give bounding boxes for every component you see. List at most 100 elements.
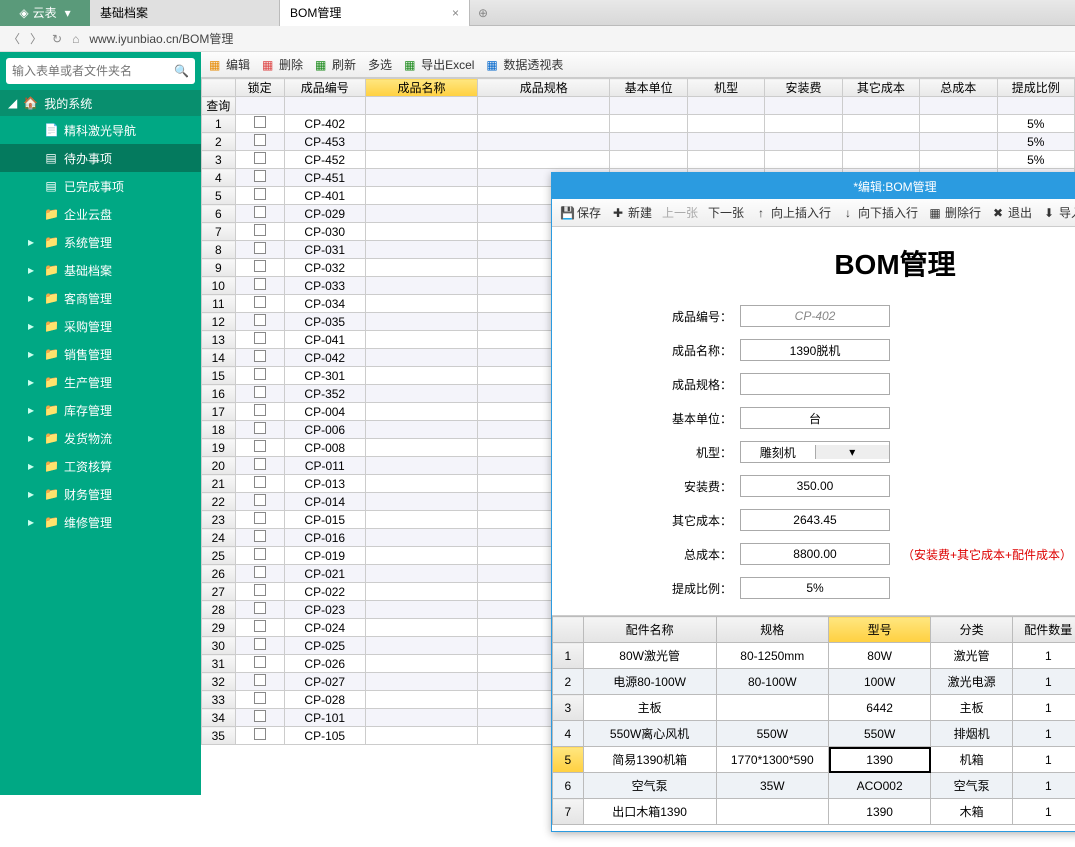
checkbox[interactable] xyxy=(254,584,266,596)
sidebar-item[interactable]: ▸📁基础档案 xyxy=(0,256,201,284)
col-header[interactable]: 成品名称 xyxy=(366,79,478,97)
row-number[interactable]: 20 xyxy=(202,457,236,475)
row-number[interactable]: 34 xyxy=(202,709,236,727)
checkbox[interactable] xyxy=(254,638,266,650)
form-input[interactable] xyxy=(740,475,890,497)
sidebar-item[interactable]: ▸📁维修管理 xyxy=(0,508,201,536)
toolbar-刷新[interactable]: ▦刷新 xyxy=(315,56,356,73)
sub-col-header[interactable]: 规格 xyxy=(716,617,828,643)
row-number[interactable]: 12 xyxy=(202,313,236,331)
checkbox[interactable] xyxy=(254,530,266,542)
row-number[interactable]: 18 xyxy=(202,421,236,439)
row-number[interactable]: 5 xyxy=(202,187,236,205)
col-header[interactable]: 提成比例 xyxy=(997,79,1075,97)
col-header[interactable]: 锁定 xyxy=(235,79,284,97)
checkbox[interactable] xyxy=(254,152,266,164)
checkbox[interactable] xyxy=(254,458,266,470)
sidebar-item[interactable]: ▸📁系统管理 xyxy=(0,228,201,256)
sidebar-item[interactable]: ▸📁客商管理 xyxy=(0,284,201,312)
row-number[interactable]: 33 xyxy=(202,691,236,709)
sidebar-item[interactable]: 📄精科激光导航 xyxy=(0,116,201,144)
row-number[interactable]: 27 xyxy=(202,583,236,601)
row-number[interactable]: 7 xyxy=(202,223,236,241)
row-number[interactable]: 24 xyxy=(202,529,236,547)
row-number[interactable]: 32 xyxy=(202,673,236,691)
col-header[interactable]: 机型 xyxy=(687,79,764,97)
checkbox[interactable] xyxy=(254,314,266,326)
row-number[interactable]: 25 xyxy=(202,547,236,565)
toolbar-数据透视表[interactable]: ▦数据透视表 xyxy=(486,56,563,73)
row-number[interactable]: 23 xyxy=(202,511,236,529)
sidebar-item[interactable]: ▸📁库存管理 xyxy=(0,396,201,424)
sidebar-item[interactable]: ▸📁发货物流 xyxy=(0,424,201,452)
checkbox[interactable] xyxy=(254,260,266,272)
row-number[interactable]: 2 xyxy=(202,133,236,151)
sidebar-item[interactable]: 📁企业云盘 xyxy=(0,200,201,228)
sub-row-num[interactable]: 1 xyxy=(553,643,584,669)
sub-col-header[interactable]: 配件数量 xyxy=(1013,617,1075,643)
checkbox[interactable] xyxy=(254,368,266,380)
row-number[interactable]: 6 xyxy=(202,205,236,223)
row-number[interactable]: 19 xyxy=(202,439,236,457)
form-input[interactable] xyxy=(740,305,890,327)
checkbox[interactable] xyxy=(254,512,266,524)
checkbox[interactable] xyxy=(254,350,266,362)
sidebar-item[interactable]: ▤已完成事项 xyxy=(0,172,201,200)
sub-row-num[interactable]: 7 xyxy=(553,799,584,825)
tab[interactable]: BOM管理× xyxy=(280,0,470,26)
checkbox[interactable] xyxy=(254,242,266,254)
new-tab-button[interactable]: ⊕ xyxy=(470,6,496,20)
sidebar-item[interactable]: ▸📁工资核算 xyxy=(0,452,201,480)
toolbar-编辑[interactable]: ▦编辑 xyxy=(209,56,250,73)
sub-row-num[interactable]: 3 xyxy=(553,695,584,721)
row-number[interactable]: 16 xyxy=(202,385,236,403)
checkbox[interactable] xyxy=(254,296,266,308)
refresh-button[interactable]: ↻ xyxy=(52,32,62,46)
checkbox[interactable] xyxy=(254,404,266,416)
close-icon[interactable]: × xyxy=(452,6,459,20)
checkbox[interactable] xyxy=(254,422,266,434)
toolbar-多选[interactable]: 多选 xyxy=(368,56,392,73)
back-button[interactable]: 〈 xyxy=(8,30,20,47)
sub-col-header[interactable]: 配件名称 xyxy=(583,617,716,643)
dlg-新建[interactable]: ✚新建 xyxy=(611,204,652,221)
sub-row-num[interactable]: 5 xyxy=(553,747,584,773)
checkbox[interactable] xyxy=(254,278,266,290)
checkbox[interactable] xyxy=(254,728,266,740)
sidebar-item[interactable]: ▸📁生产管理 xyxy=(0,368,201,396)
dlg-保存[interactable]: 💾保存 xyxy=(560,204,601,221)
col-header[interactable]: 基本单位 xyxy=(610,79,687,97)
row-number[interactable]: 14 xyxy=(202,349,236,367)
dlg-导入材料[interactable]: ⬇导入材料 xyxy=(1042,204,1075,221)
form-input[interactable] xyxy=(740,509,890,531)
checkbox[interactable] xyxy=(254,548,266,560)
toolbar-导出Excel[interactable]: ▦导出Excel xyxy=(404,56,474,73)
sidebar-item[interactable]: ▸📁销售管理 xyxy=(0,340,201,368)
checkbox[interactable] xyxy=(254,440,266,452)
search-input[interactable]: 🔍 xyxy=(6,58,195,84)
row-number[interactable]: 30 xyxy=(202,637,236,655)
checkbox[interactable] xyxy=(254,206,266,218)
checkbox[interactable] xyxy=(254,692,266,704)
sub-col-header[interactable]: 分类 xyxy=(931,617,1013,643)
checkbox[interactable] xyxy=(254,566,266,578)
checkbox[interactable] xyxy=(254,602,266,614)
checkbox[interactable] xyxy=(254,134,266,146)
row-number[interactable]: 8 xyxy=(202,241,236,259)
sub-row-num[interactable]: 4 xyxy=(553,721,584,747)
row-number[interactable]: 31 xyxy=(202,655,236,673)
dlg-删除行[interactable]: ▦删除行 xyxy=(928,204,981,221)
toolbar-删除[interactable]: ▦删除 xyxy=(262,56,303,73)
checkbox[interactable] xyxy=(254,116,266,128)
checkbox[interactable] xyxy=(254,620,266,632)
sidebar-item[interactable]: ▸📁采购管理 xyxy=(0,312,201,340)
checkbox[interactable] xyxy=(254,494,266,506)
checkbox[interactable] xyxy=(254,710,266,722)
dlg-向上插入行[interactable]: ↑向上插入行 xyxy=(754,204,831,221)
row-number[interactable]: 11 xyxy=(202,295,236,313)
form-input[interactable] xyxy=(740,577,890,599)
checkbox[interactable] xyxy=(254,674,266,686)
dlg-向下插入行[interactable]: ↓向下插入行 xyxy=(841,204,918,221)
col-header[interactable]: 成品规格 xyxy=(478,79,610,97)
tree-header[interactable]: ◢🏠我的系统 xyxy=(0,90,201,116)
